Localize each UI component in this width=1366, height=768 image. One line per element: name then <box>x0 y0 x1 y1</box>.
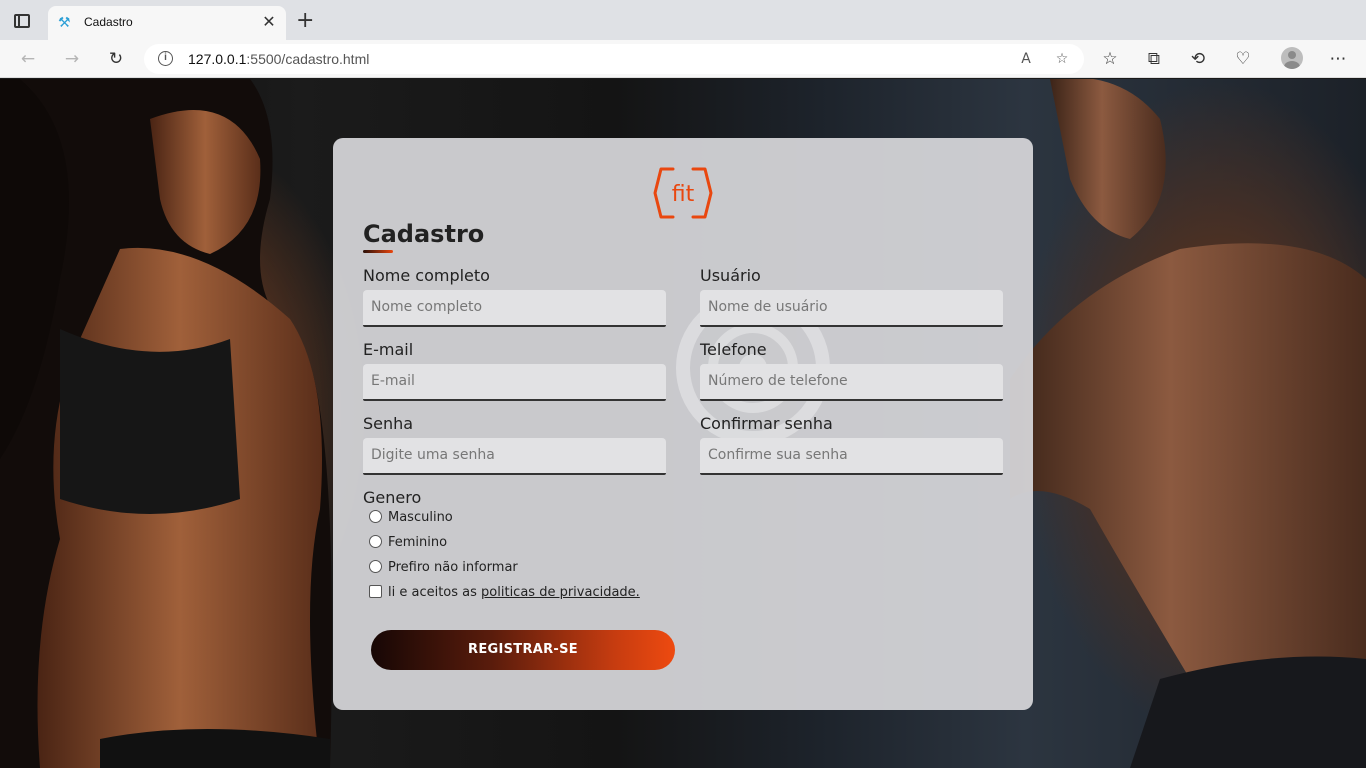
woman-athlete-image <box>0 79 332 768</box>
new-tab-button[interactable]: + <box>296 10 314 32</box>
tab-actions-icon[interactable] <box>14 14 30 28</box>
full-name-label: Nome completo <box>363 266 490 285</box>
dumbbell-favicon-icon: ⚒ <box>58 15 71 31</box>
radio-female[interactable] <box>369 535 382 548</box>
man-athlete-image <box>1010 79 1366 768</box>
confirm-password-field: Confirmar senha Confirme sua senha <box>700 414 1003 475</box>
password-field: Senha Digite uma senha <box>363 414 666 475</box>
health-icon[interactable]: ♡ <box>1232 48 1254 70</box>
gender-option-label: Feminino <box>388 535 448 550</box>
gender-option-label: Masculino <box>388 510 453 525</box>
add-favorite-icon[interactable]: ☆ <box>1052 49 1072 69</box>
full-name-input[interactable]: Nome completo <box>363 290 666 327</box>
refresh-icon[interactable]: ↻ <box>105 48 127 70</box>
phone-input[interactable]: Número de telefone <box>700 364 1003 401</box>
confirm-password-input[interactable]: Confirme sua senha <box>700 438 1003 475</box>
email-field: E-mail E-mail <box>363 340 666 401</box>
confirm-password-label: Confirmar senha <box>700 414 833 433</box>
gender-option-label: Prefiro não informar <box>388 560 518 575</box>
collections-icon[interactable]: ⧉ <box>1143 48 1165 70</box>
address-bar[interactable]: i 127.0.0.1:5500/cadastro.html A ☆ <box>144 44 1084 74</box>
register-button[interactable]: REGISTRAR-SE <box>371 630 675 670</box>
radio-male[interactable] <box>369 510 382 523</box>
gender-option-male[interactable]: Masculino <box>369 510 453 525</box>
browser-tabbar: ⚒ Cadastro ✕ + <box>0 0 1366 40</box>
email-input[interactable]: E-mail <box>363 364 666 401</box>
tab-title: Cadastro <box>84 15 133 29</box>
terms-checkbox[interactable] <box>369 585 382 598</box>
registration-card: fit Cadastro Nome completo Nome completo… <box>333 138 1033 710</box>
password-label: Senha <box>363 414 414 433</box>
terms-row: li e aceitos as politicas de privacidade… <box>369 585 640 600</box>
site-info-icon[interactable]: i <box>158 51 173 66</box>
browser-toolbar: ← → ↻ i 127.0.0.1:5500/cadastro.html A ☆… <box>0 40 1366 78</box>
favorites-icon[interactable]: ☆ <box>1099 48 1121 70</box>
username-input[interactable]: Nome de usuário <box>700 290 1003 327</box>
terms-text: li e aceitos as <box>388 585 482 600</box>
back-icon[interactable]: ← <box>17 48 39 70</box>
gender-label: Genero <box>363 488 422 507</box>
fit-logo: fit <box>653 167 713 219</box>
username-field: Usuário Nome de usuário <box>700 266 1003 327</box>
history-icon[interactable]: ⟲ <box>1187 48 1209 70</box>
svg-text:fit: fit <box>672 182 695 207</box>
more-menu-icon[interactable]: ⋯ <box>1327 48 1349 70</box>
page-title: Cadastro <box>363 220 485 248</box>
radio-undisclosed[interactable] <box>369 560 382 573</box>
password-input[interactable]: Digite uma senha <box>363 438 666 475</box>
email-label: E-mail <box>363 340 414 359</box>
phone-field: Telefone Número de telefone <box>700 340 1003 401</box>
title-underline <box>363 250 393 253</box>
page-background: fit Cadastro Nome completo Nome completo… <box>0 79 1366 768</box>
url-text[interactable]: 127.0.0.1:5500/cadastro.html <box>188 51 369 67</box>
profile-avatar[interactable] <box>1281 47 1303 69</box>
forward-icon[interactable]: → <box>61 48 83 70</box>
privacy-policy-link[interactable]: politicas de privacidade. <box>481 585 640 600</box>
username-label: Usuário <box>700 266 761 285</box>
browser-tab[interactable]: ⚒ Cadastro ✕ <box>48 6 286 40</box>
close-tab-icon[interactable]: ✕ <box>260 13 278 31</box>
full-name-field: Nome completo Nome completo <box>363 266 666 327</box>
gender-option-female[interactable]: Feminino <box>369 535 447 550</box>
phone-label: Telefone <box>700 340 767 359</box>
read-aloud-icon[interactable]: A <box>1016 49 1036 69</box>
gender-option-undisclosed[interactable]: Prefiro não informar <box>369 560 518 575</box>
